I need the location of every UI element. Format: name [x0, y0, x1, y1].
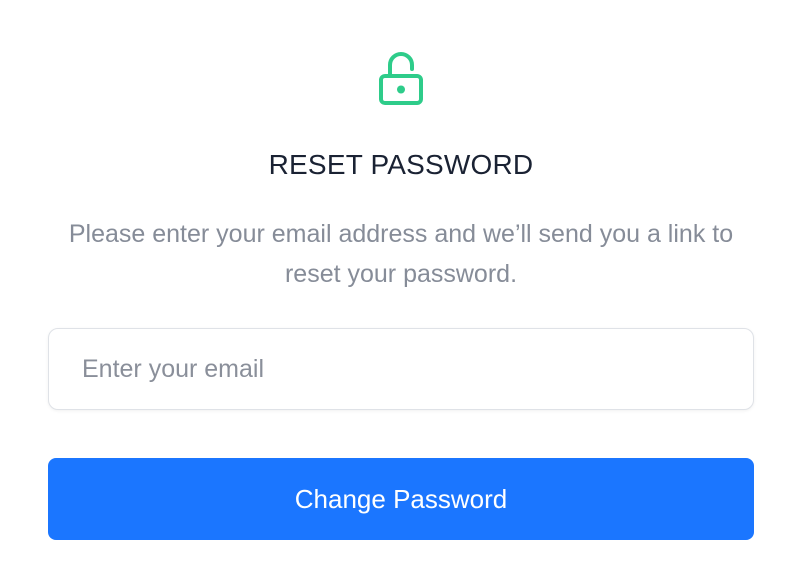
change-password-button[interactable]: Change Password — [48, 458, 754, 540]
reset-password-page: RESET PASSWORD Please enter your email a… — [0, 0, 802, 588]
page-title: RESET PASSWORD — [268, 149, 534, 180]
email-field[interactable] — [48, 328, 754, 410]
instructions-text: Please enter your email address and we’l… — [68, 220, 734, 288]
email-input[interactable] — [49, 329, 753, 409]
unlocked-padlock-icon — [379, 52, 423, 105]
